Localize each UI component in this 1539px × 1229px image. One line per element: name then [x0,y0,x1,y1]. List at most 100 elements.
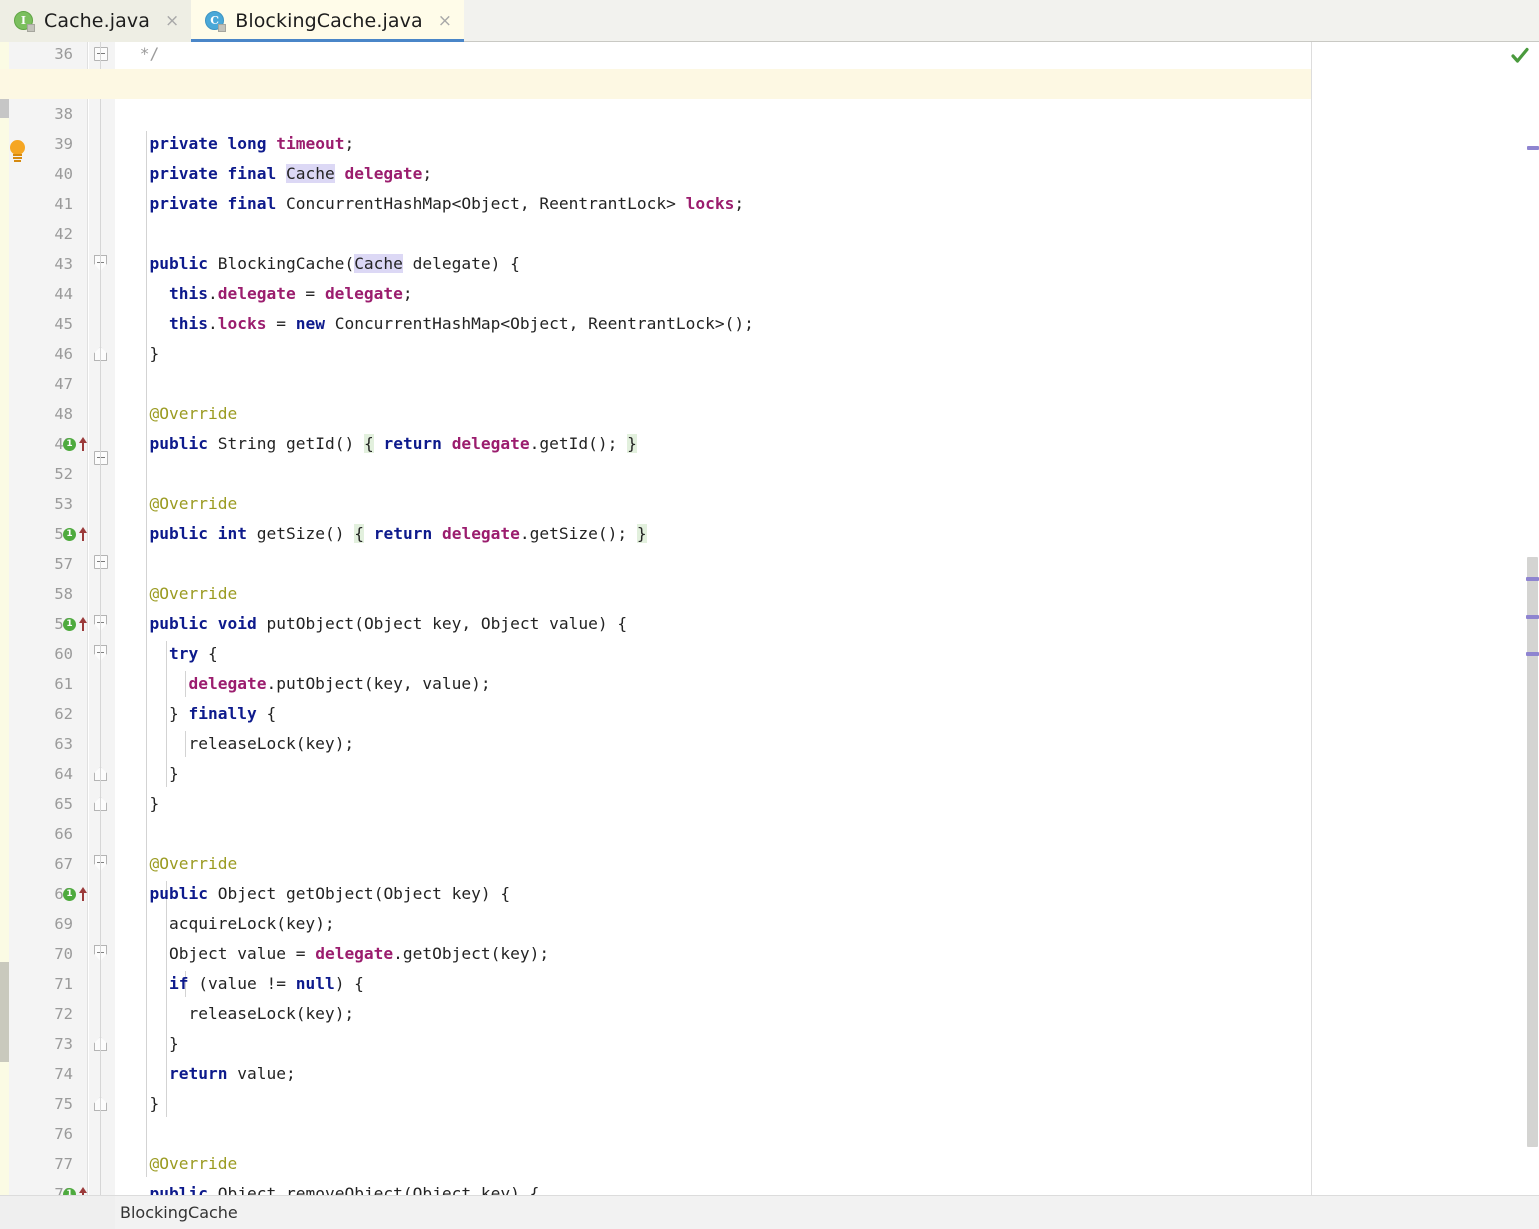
code-line[interactable]: public BlockingCache(Cache delegate) { [130,249,520,279]
line-number: 53 [54,495,73,513]
code-line[interactable]: releaseLock(key); [130,999,354,1029]
breadcrumb-class-name[interactable]: BlockingCache [115,1203,238,1222]
line-number: 69 [54,915,73,933]
code-line[interactable]: private long timeout; [130,129,355,159]
close-icon[interactable]: × [165,12,179,30]
editor-tab-blockingcache[interactable]: C BlockingCache.java × [191,0,464,42]
fold-region-start-icon[interactable] [94,645,107,661]
code-line[interactable]: delegate.putObject(key, value); [130,669,490,699]
line-number: 42 [54,225,73,243]
usage-count-badge[interactable]: 1 [63,437,76,451]
implementing-method-arrow-icon[interactable] [77,886,89,902]
gutter-implementing-method-marker[interactable]: 1 [63,436,89,452]
fold-toggle-icon[interactable] [94,451,108,465]
usage-count-badge[interactable]: 1 [63,617,76,631]
line-number: 75 [54,1095,73,1113]
fold-region-line [100,631,101,797]
code-line[interactable]: public Object removeObject(Object key) { [130,1179,540,1195]
code-line[interactable]: if (value != null) { [130,969,364,999]
code-line[interactable]: releaseLock(key); [130,729,354,759]
code-line[interactable]: } [130,759,179,789]
code-line[interactable]: public Object getObject(Object key) { [130,879,511,909]
code-line[interactable]: } [130,789,159,819]
code-editor[interactable]: 3637383940414243444546474849152535415758… [0,42,1539,1213]
implementing-method-arrow-icon[interactable] [77,436,89,452]
code-line[interactable]: public String getId() { return delegate.… [130,429,637,459]
fold-toggle-icon[interactable] [94,555,108,569]
code-line[interactable]: @Override [130,399,238,429]
line-number: 60 [54,645,73,663]
fold-region-end-icon[interactable] [94,1037,107,1051]
usage-count-badge[interactable]: 1 [63,887,76,901]
scrollbar-marker [1527,146,1539,150]
close-icon[interactable]: × [438,12,452,30]
line-number: 36 [54,45,73,63]
code-line[interactable]: @Override [130,1149,238,1179]
code-line[interactable]: private final Cache delegate; [130,159,432,189]
line-number: 67 [54,855,73,873]
fold-region-end-icon[interactable] [94,1097,107,1111]
code-line[interactable]: try { [130,639,218,669]
code-line[interactable]: public int getSize() { return delegate.g… [130,519,647,549]
editor-tab-label: BlockingCache.java [235,10,423,32]
implementing-method-arrow-icon[interactable] [77,616,89,632]
lightbulb-base [13,157,22,159]
checkmark-icon[interactable] [1510,46,1530,66]
code-line[interactable]: @Override [130,489,238,519]
line-number: 76 [54,1125,73,1143]
fold-region-end-icon[interactable] [94,347,107,361]
scrollbar-thumb[interactable] [1527,557,1538,1147]
gutter-implementing-method-marker[interactable]: 1 [63,526,89,542]
line-number-gutter[interactable]: 3637383940414243444546474849152535415758… [9,42,89,1203]
fold-region-start-icon[interactable] [94,945,107,961]
gutter-implementing-method-marker[interactable]: 1 [63,616,89,632]
fold-region-start-icon[interactable] [94,855,107,871]
vertical-scrollbar[interactable] [1511,42,1539,1195]
lightbulb-icon[interactable] [8,140,28,162]
fold-region-line [100,871,101,1097]
line-number: 39 [54,135,73,153]
fold-region-end-icon[interactable] [94,767,107,781]
line-number: 62 [54,705,73,723]
left-marker-strip [0,42,9,1195]
code-line[interactable]: public void putObject(Object key, Object… [130,609,628,639]
line-number: 64 [54,765,73,783]
code-line[interactable]: } finally { [130,699,276,729]
code-line[interactable]: this.delegate = delegate; [130,279,413,309]
line-number: 77 [54,1155,73,1173]
code-line[interactable]: return value; [130,1059,296,1089]
line-number: 70 [54,945,73,963]
fold-region-end-icon[interactable] [94,797,107,811]
code-line[interactable]: this.locks = new ConcurrentHashMap<Objec… [130,309,754,339]
code-line[interactable]: @Override [130,579,238,609]
gutter-implementing-method-marker[interactable]: 1 [63,886,89,902]
scrollbar-marker [1526,615,1539,619]
implementing-method-arrow-icon[interactable] [77,526,89,542]
fold-region-line [100,661,101,767]
code-line[interactable]: } [130,339,159,369]
line-number: 38 [54,105,73,123]
editor-window: I Cache.java × C BlockingCache.java × 36… [0,0,1539,1229]
editor-tab-cache[interactable]: I Cache.java × [0,0,192,42]
fold-region-start-icon[interactable] [94,615,107,631]
code-line[interactable]: @Override [130,849,238,879]
code-line[interactable]: private final ConcurrentHashMap<Object, … [130,189,745,219]
breadcrumb-gutter-pad [0,1195,115,1229]
code-line[interactable]: } [130,1029,179,1059]
code-line[interactable]: Object value = delegate.getObject(key); [130,939,549,969]
code-line[interactable]: } [130,1089,159,1119]
fold-toggle-icon[interactable] [94,47,108,61]
code-line[interactable]: */ [130,42,160,69]
lightbulb-glass [10,140,25,155]
code-line[interactable]: acquireLock(key); [130,909,335,939]
code-folding-gutter[interactable] [89,42,115,1213]
line-number: 43 [54,255,73,273]
code-text-area[interactable]: */public class BlockingCache implements … [117,42,1311,1195]
usage-count-badge[interactable]: 1 [63,527,76,541]
line-number: 63 [54,735,73,753]
line-number: 66 [54,825,73,843]
java-interface-icon: I [14,10,35,32]
line-number: 46 [54,345,73,363]
line-number: 48 [54,405,73,423]
fold-region-start-icon[interactable] [94,255,107,271]
